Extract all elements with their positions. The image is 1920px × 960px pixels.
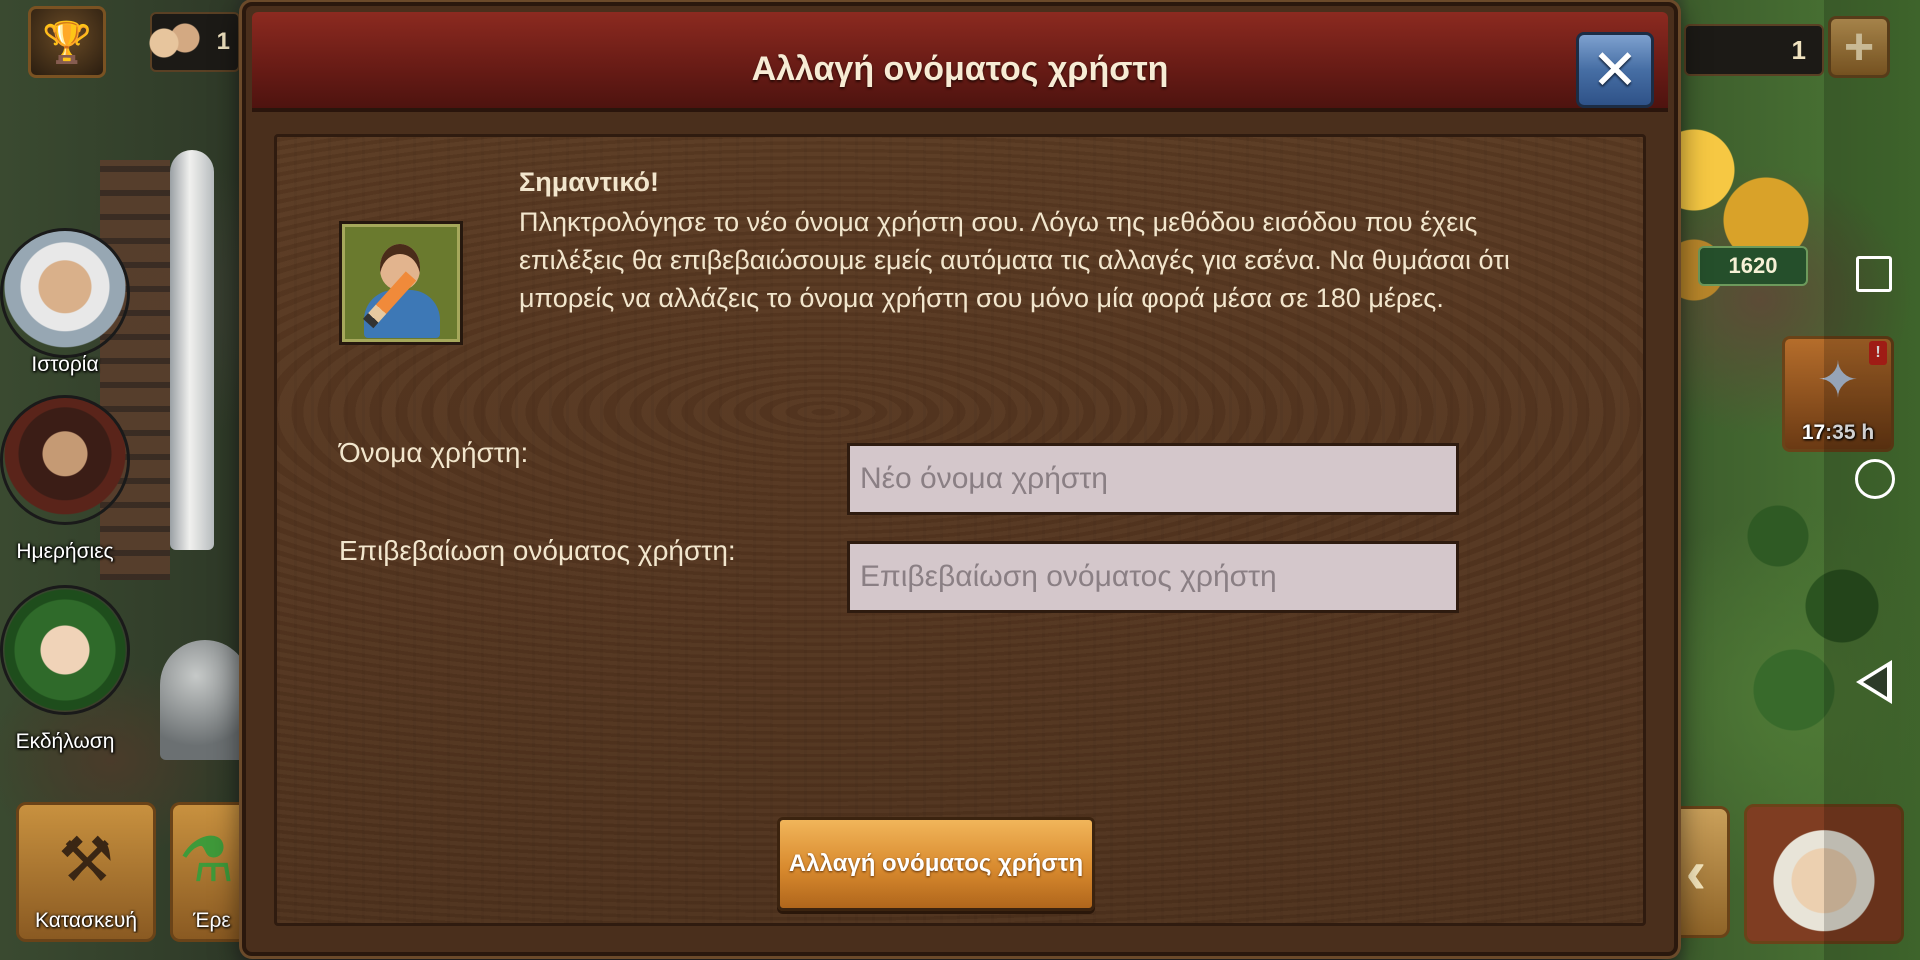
recent-apps-icon[interactable]	[1856, 256, 1892, 292]
confirm-username-label: Επιβεβαίωση ονόματος χρήστη:	[339, 535, 736, 566]
new-username-input[interactable]	[847, 443, 1459, 515]
diamonds-count: 1	[1791, 34, 1806, 65]
confirm-username-input[interactable]	[847, 541, 1459, 613]
dialog-body: Σημαντικό! Πληκτρολόγησε το νέο όνομα χρ…	[274, 134, 1646, 926]
back-icon[interactable]	[1856, 660, 1892, 704]
dome-building	[160, 640, 250, 760]
important-description: Πληκτρολόγησε το νέο όνομα χρήστη σου. Λ…	[519, 207, 1510, 313]
change-username-button[interactable]: Αλλαγή ονόματος χρήστη	[777, 817, 1095, 911]
username-label: Όνομα χρήστη:	[339, 437, 529, 468]
rocket-building	[170, 150, 214, 550]
android-navigation-bar	[1824, 0, 1920, 960]
research-button[interactable]: ⚗ Έρε	[170, 802, 240, 942]
players-faces-icon	[146, 18, 206, 68]
build-label: Κατασκευή	[34, 909, 138, 932]
hammer-icon: ⚒	[58, 826, 114, 895]
players-count: 1	[216, 28, 230, 55]
user-edit-portrait-icon	[339, 221, 463, 345]
diamonds-counter[interactable]: 1	[1684, 24, 1824, 76]
daily-challenges-button[interactable]	[0, 395, 130, 525]
players-counter[interactable]: 1	[146, 12, 240, 72]
dialog-header: Αλλαγή ονόματος χρήστη ✕	[252, 12, 1668, 112]
flask-icon: ⚗	[178, 826, 235, 895]
research-label: Έρε	[193, 909, 231, 932]
close-icon: ✕	[1591, 38, 1639, 101]
home-icon[interactable]	[1855, 459, 1895, 499]
build-button[interactable]: ⚒ Κατασκευή	[16, 802, 156, 942]
change-username-dialog: Αλλαγή ονόματος χρήστη ✕ Σημαντικό! Πληκ…	[242, 2, 1678, 956]
dialog-title: Αλλαγή ονόματος χρήστη	[751, 50, 1169, 88]
story-button[interactable]	[0, 228, 130, 358]
event-label: Εκδήλωση	[15, 730, 115, 753]
important-heading: Σημαντικό!	[519, 167, 660, 197]
coins-value: 1620	[1698, 246, 1808, 286]
trophy-icon[interactable]: 🏆	[28, 6, 106, 78]
daily-challenges-label: Ημερήσιες	[16, 540, 114, 563]
event-button[interactable]	[0, 585, 130, 715]
story-label: Ιστορία	[31, 353, 99, 376]
close-button[interactable]: ✕	[1576, 32, 1654, 108]
